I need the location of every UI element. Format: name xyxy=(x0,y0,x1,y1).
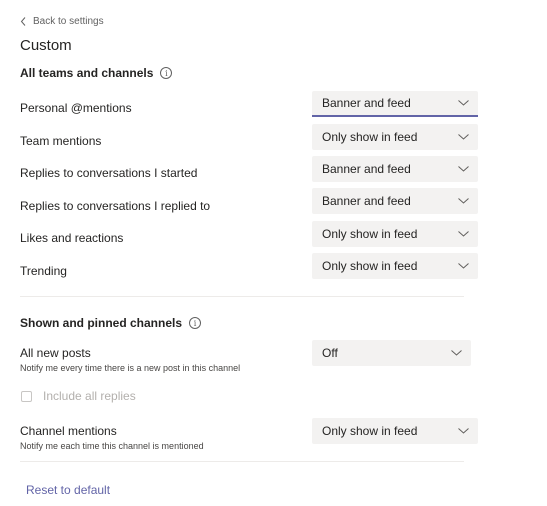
page-title: Custom xyxy=(20,37,72,54)
chevron-down-icon xyxy=(449,346,463,360)
dropdown-value: Only show in feed xyxy=(322,130,418,144)
chevron-left-icon xyxy=(20,17,26,26)
checkbox-box[interactable] xyxy=(21,390,32,402)
sublabel-all-new-posts: Notify me every time there is a new post… xyxy=(20,363,241,373)
chevron-down-icon xyxy=(456,194,470,208)
dropdown-personal-mentions[interactable]: Banner and feed xyxy=(312,91,478,117)
back-to-settings-link[interactable]: Back to settings xyxy=(20,16,104,27)
dropdown-likes-reactions[interactable]: Only show in feed xyxy=(312,221,478,247)
chevron-down-icon xyxy=(456,130,470,144)
label-personal-mentions: Personal @mentions xyxy=(20,101,132,115)
dropdown-replies-replied[interactable]: Banner and feed xyxy=(312,188,478,214)
label-likes-reactions: Likes and reactions xyxy=(20,231,124,245)
dropdown-value: Banner and feed xyxy=(322,162,411,176)
info-icon[interactable]: i xyxy=(189,317,202,329)
sublabel-channel-mentions: Notify me each time this channel is ment… xyxy=(20,441,204,451)
section-heading-shown-pinned: Shown and pinned channels i xyxy=(20,316,202,330)
label-channel-mentions: Channel mentions xyxy=(20,424,117,438)
dropdown-all-new-posts[interactable]: Off xyxy=(312,340,471,366)
label-replies-replied: Replies to conversations I replied to xyxy=(20,199,211,213)
checkbox-label: Include all replies xyxy=(43,389,136,403)
info-icon[interactable]: i xyxy=(160,67,173,79)
chevron-down-icon xyxy=(456,162,470,176)
dropdown-value: Banner and feed xyxy=(322,194,411,208)
section-divider xyxy=(20,296,464,297)
section-title: Shown and pinned channels xyxy=(20,316,183,330)
dropdown-value: Banner and feed xyxy=(322,96,411,110)
include-all-replies-checkbox[interactable]: Include all replies xyxy=(21,389,136,403)
section-title: All teams and channels xyxy=(20,66,154,80)
chevron-down-icon xyxy=(456,259,470,273)
reset-to-default-link[interactable]: Reset to default xyxy=(26,483,110,497)
label-trending: Trending xyxy=(20,264,67,278)
back-link-label: Back to settings xyxy=(33,16,104,27)
label-all-new-posts: All new posts xyxy=(20,346,91,360)
dropdown-value: Only show in feed xyxy=(322,227,418,241)
chevron-down-icon xyxy=(456,96,470,110)
dropdown-value: Only show in feed xyxy=(322,424,418,438)
dropdown-trending[interactable]: Only show in feed xyxy=(312,253,478,279)
chevron-down-icon xyxy=(456,424,470,438)
dropdown-replies-started[interactable]: Banner and feed xyxy=(312,156,478,182)
section-heading-all-teams: All teams and channels i xyxy=(20,66,173,80)
dropdown-value: Off xyxy=(322,346,338,360)
dropdown-channel-mentions[interactable]: Only show in feed xyxy=(312,418,478,444)
chevron-down-icon xyxy=(456,227,470,241)
label-team-mentions: Team mentions xyxy=(20,134,102,148)
section-divider xyxy=(20,461,464,462)
dropdown-team-mentions[interactable]: Only show in feed xyxy=(312,124,478,150)
label-replies-started: Replies to conversations I started xyxy=(20,166,198,180)
dropdown-value: Only show in feed xyxy=(322,259,418,273)
